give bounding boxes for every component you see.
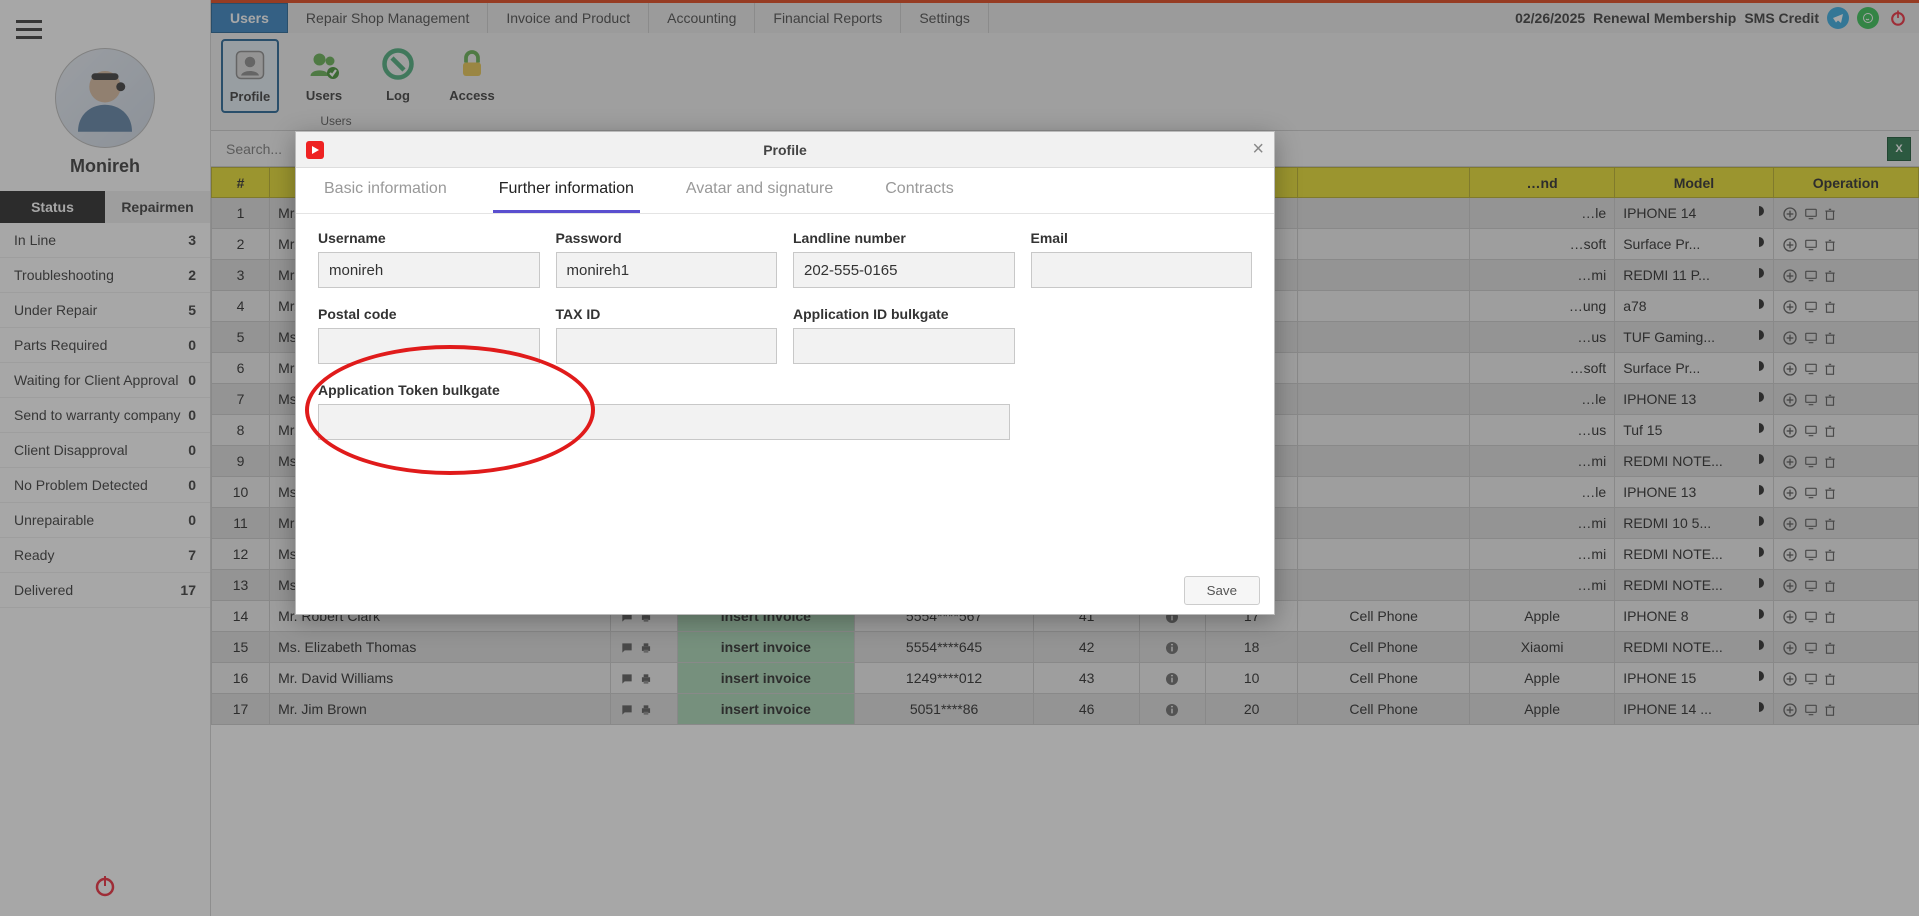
username-input[interactable] xyxy=(318,252,540,288)
appid-label: Application ID bulkgate xyxy=(793,306,1015,322)
tax-label: TAX ID xyxy=(556,306,778,322)
email-input[interactable] xyxy=(1031,252,1253,288)
profile-modal: Profile × Basic information Further infor… xyxy=(295,131,1275,615)
password-label: Password xyxy=(556,230,778,246)
modal-tab-avatar-and-signature[interactable]: Avatar and signature xyxy=(680,180,839,213)
password-input[interactable] xyxy=(556,252,778,288)
modal-close-button[interactable]: × xyxy=(1252,138,1264,161)
modal-tab-basic-information[interactable]: Basic information xyxy=(318,180,453,213)
modal-title: Profile xyxy=(296,142,1274,158)
postal-label: Postal code xyxy=(318,306,540,322)
landline-input[interactable] xyxy=(793,252,1015,288)
modal-tab-further-information[interactable]: Further information xyxy=(493,180,640,213)
tax-input[interactable] xyxy=(556,328,778,364)
save-button[interactable]: Save xyxy=(1184,576,1260,605)
apptoken-input[interactable] xyxy=(318,404,1010,440)
apptoken-label: Application Token bulkgate xyxy=(318,382,1010,398)
modal-tab-contracts[interactable]: Contracts xyxy=(879,180,959,213)
landline-label: Landline number xyxy=(793,230,1015,246)
postal-input[interactable] xyxy=(318,328,540,364)
appid-input[interactable] xyxy=(793,328,1015,364)
email-label: Email xyxy=(1031,230,1253,246)
video-help-icon[interactable] xyxy=(306,141,324,159)
username-label: Username xyxy=(318,230,540,246)
